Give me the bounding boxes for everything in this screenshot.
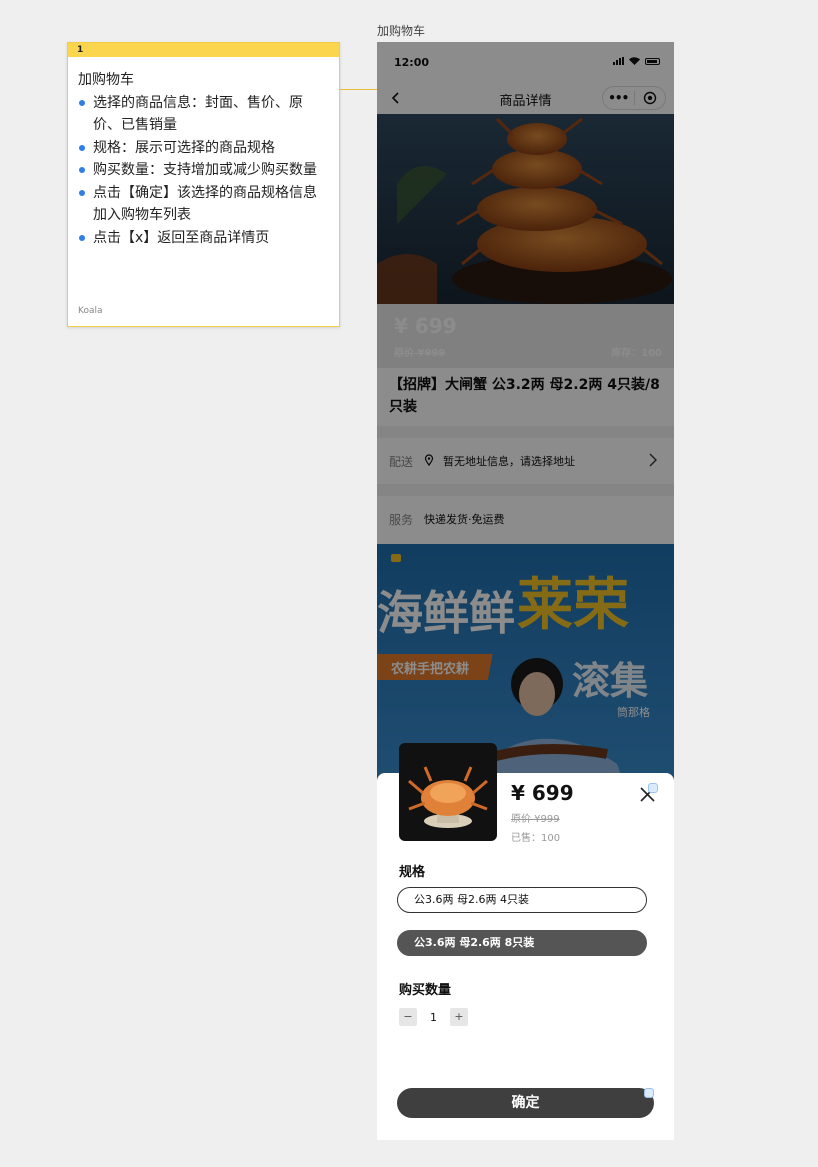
annotation-note: 1 加购物车 选择的商品信息：封面、售价、原价、已售销量 规格：展示可选择的商品…	[67, 42, 340, 327]
sheet-price: ¥ 699	[511, 781, 574, 805]
frame-label: 加购物车	[377, 24, 426, 38]
add-to-cart-sheet: ¥ 699 原价 ¥999 已售：100 规格 公3.6两 母2.6两 4只装 …	[377, 743, 674, 1140]
phone-frame: 12:00 商品详情 ••• ¥ 699 原价 ¥999 库存：100 【招牌】…	[377, 42, 674, 1140]
confirm-button[interactable]: 确定	[397, 1088, 654, 1118]
note-item: 选择的商品信息：封面、售价、原价、已售销量	[78, 92, 329, 137]
note-author: Koala	[78, 306, 103, 316]
note-list: 选择的商品信息：封面、售价、原价、已售销量 规格：展示可选择的商品规格 购买数量…	[78, 92, 329, 250]
quantity-label: 购买数量	[399, 983, 452, 998]
design-canvas: 加购物车 1 加购物车 选择的商品信息：封面、售价、原价、已售销量 规格：展示可…	[0, 0, 818, 1167]
sheet-sold-count: 已售：100	[511, 833, 561, 844]
spec-option-8-selected[interactable]: 公3.6两 母2.6两 8只装	[397, 930, 647, 956]
quantity-value[interactable]: 1	[417, 1011, 450, 1024]
quantity-stepper: − 1 +	[399, 1008, 468, 1026]
note-body: 加购物车 选择的商品信息：封面、售价、原价、已售销量 规格：展示可选择的商品规格…	[68, 57, 339, 249]
note-number: 1	[68, 43, 339, 57]
badge-icon	[644, 1088, 654, 1098]
note-item: 规格：展示可选择的商品规格	[78, 137, 329, 160]
sheet-original-price: 原价 ¥999	[511, 814, 560, 825]
decrease-button[interactable]: −	[399, 1008, 417, 1026]
badge-icon	[648, 783, 658, 793]
product-thumbnail	[399, 743, 497, 841]
note-item: 点击【确定】该选择的商品规格信息加入购物车列表	[78, 182, 329, 227]
spec-option-4[interactable]: 公3.6两 母2.6两 4只装	[397, 887, 647, 913]
increase-button[interactable]: +	[450, 1008, 468, 1026]
spec-label: 规格	[399, 865, 426, 880]
note-item: 点击【x】返回至商品详情页	[78, 227, 329, 250]
note-title: 加购物车	[78, 72, 134, 88]
note-item: 购买数量：支持增加或减少购买数量	[78, 159, 329, 182]
